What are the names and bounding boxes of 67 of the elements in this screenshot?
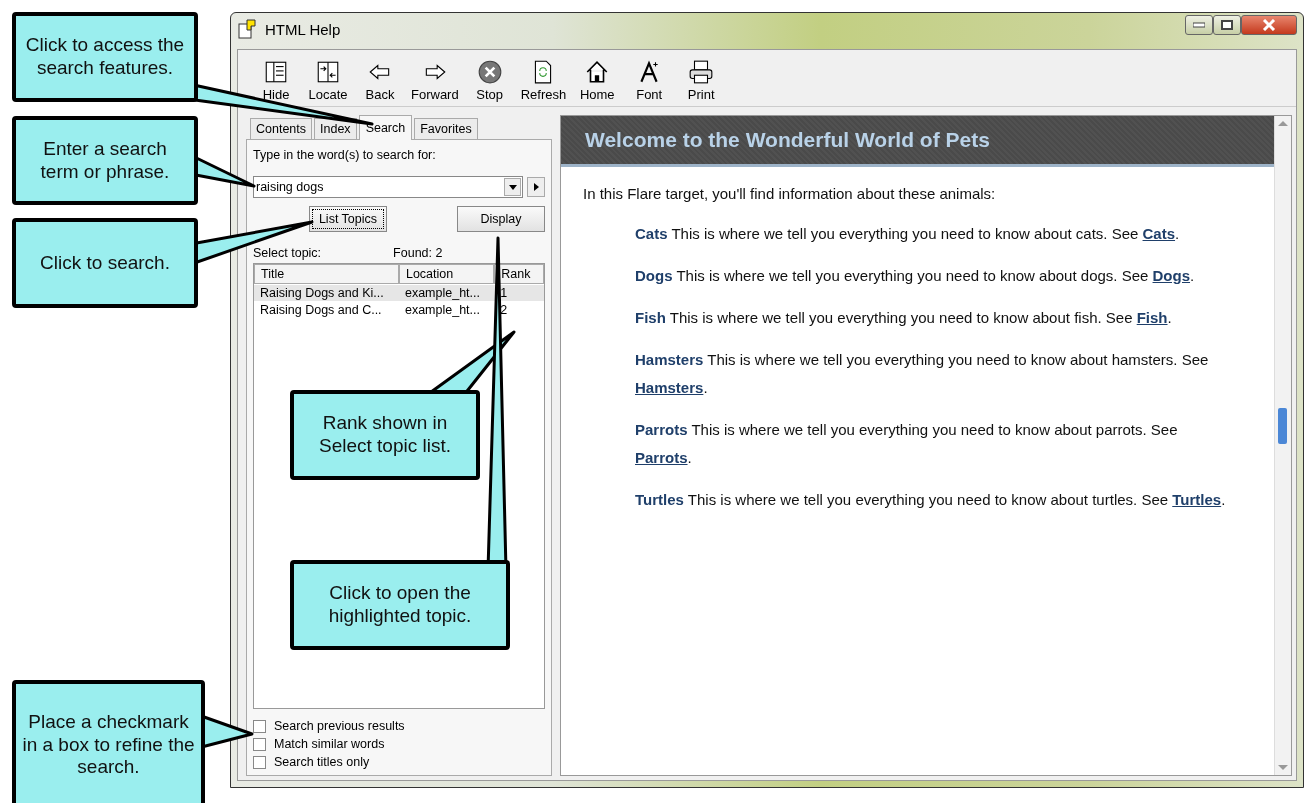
print-icon	[688, 59, 715, 85]
caret-icon	[508, 184, 517, 190]
animal-link[interactable]: Hamsters	[635, 379, 704, 396]
found-count: Found: 2	[393, 246, 443, 260]
menu-arrow-button[interactable]	[527, 177, 545, 197]
toolbar-button[interactable]: Refresh	[517, 59, 570, 102]
toolbar-button[interactable]: Print	[677, 59, 726, 102]
animal-paragraph: Dogs This is where we tell you everything you need to know about dogs. See Dogs.	[635, 266, 1196, 286]
animal-link[interactable]: Fish	[1136, 309, 1168, 326]
minimize-icon	[1193, 22, 1205, 28]
panel-icon	[263, 59, 289, 85]
down-arrow-icon[interactable]	[1278, 764, 1288, 772]
table-cell-text: example_ht...	[403, 285, 481, 301]
callout-box: Place a checkmark in a box to refine the search.	[12, 680, 205, 803]
animal-link[interactable]: Parrots	[635, 449, 688, 466]
stop-icon	[476, 59, 503, 85]
column-header[interactable]: Rank	[494, 264, 544, 284]
checkbox-label[interactable]: Match similar words	[274, 737, 385, 751]
table-cell-text: example_ht...	[403, 302, 481, 318]
minimize-button[interactable]	[1185, 15, 1213, 35]
select-topic-label: Select topic:	[253, 246, 322, 260]
list-topics-button[interactable]: List Topics	[309, 206, 387, 232]
toolbar-button[interactable]: Locate	[304, 59, 352, 102]
checkbox[interactable]	[253, 755, 266, 769]
callout-box: Click to open the highlighted topic.	[290, 560, 510, 650]
checkbox-label[interactable]: Search titles only	[274, 755, 370, 769]
callout-box: Click to access the search features.	[12, 12, 198, 102]
toolbar-button[interactable]: Back	[356, 59, 404, 102]
topic-heading: Welcome to the Wonderful World of Pets	[585, 128, 990, 152]
table-cell-text: 2	[499, 302, 509, 318]
search-prompt: Type in the word(s) to search for:	[253, 148, 437, 162]
table-cell-text: Raising Dogs and Ki...	[259, 285, 385, 301]
maximize-button[interactable]	[1213, 15, 1241, 35]
animal-paragraph: Fish This is where we tell you everything you need to know about fish. See Fish.	[635, 308, 1173, 328]
tab[interactable]: Contents	[250, 118, 313, 139]
topic-row[interactable]: Raising Dogs and C... example_ht... 2	[254, 302, 544, 318]
search-field[interactable]: raising dogs	[253, 176, 523, 198]
topic-row[interactable]: Raising Dogs and Ki... example_ht... 1	[254, 285, 544, 301]
checkbox[interactable]	[253, 719, 266, 733]
animal-paragraph: Parrots This is where we tell you everything you need to know about parrots. See Parrots.	[635, 420, 1179, 468]
maximize-icon	[1221, 20, 1233, 30]
display-button[interactable]: Display	[457, 206, 545, 232]
animal-paragraph: Cats This is where we tell you everything you need to know about cats. See Cats.	[635, 224, 1181, 244]
column-header[interactable]: Title	[254, 264, 399, 284]
checkbox[interactable]	[253, 737, 266, 751]
scroll-thumb[interactable]	[1278, 408, 1287, 444]
panel-arrows-icon	[315, 59, 341, 85]
scrollbar[interactable]	[1274, 116, 1291, 775]
animal-paragraph: Turtles This is where we tell you everything you need to know about turtles. See Turtles.	[635, 490, 1227, 510]
toolbar-button[interactable]: Forward	[408, 59, 462, 102]
window-title: HTML Help	[265, 20, 341, 38]
intro-paragraph: In this Flare target, you'll find information about these animals:	[583, 185, 997, 202]
checkbox-label[interactable]: Search previous results	[274, 719, 405, 733]
toolbar-button[interactable]: Font	[625, 59, 674, 102]
table-cell-text: 1	[499, 285, 509, 301]
right-arrow-icon	[533, 183, 539, 191]
column-header[interactable]: Location	[398, 264, 495, 284]
callout-box: Enter a search term or phrase.	[12, 116, 198, 205]
toolbar-button[interactable]: Home	[573, 59, 622, 102]
dropdown-button[interactable]	[504, 178, 521, 196]
close-button[interactable]	[1241, 15, 1297, 35]
animal-paragraph: Hamsters This is where we tell you everything you need to know about hamsters. See Hamsters.	[635, 350, 1210, 398]
table-cell-text: Raising Dogs and C...	[259, 302, 383, 318]
toolbar-button[interactable]: Stop	[465, 59, 514, 102]
up-arrow-icon[interactable]	[1278, 119, 1288, 127]
tab[interactable]: Favorites	[414, 118, 478, 139]
close-icon	[1262, 19, 1276, 31]
